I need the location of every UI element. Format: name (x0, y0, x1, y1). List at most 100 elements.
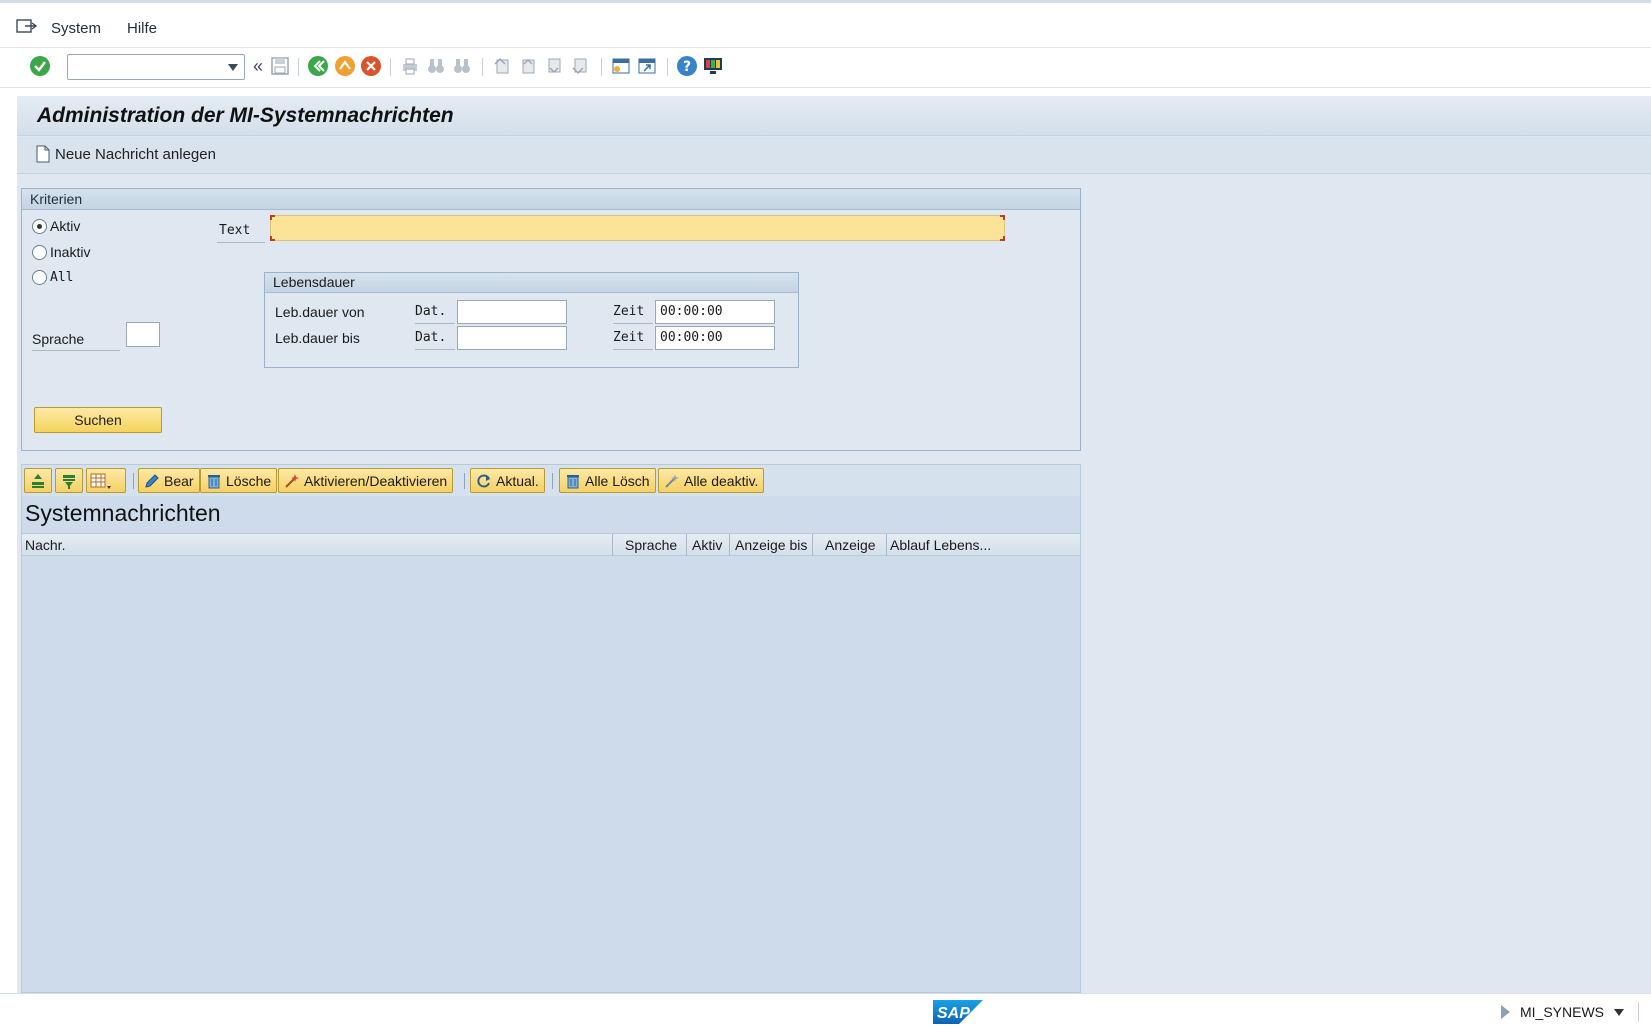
criteria-group-title: Kriterien (30, 191, 83, 207)
layout-button[interactable] (86, 468, 126, 493)
delete-button-label: Lösche (226, 472, 272, 489)
lifetime-group-header: Lebensdauer (265, 273, 798, 293)
save-icon (271, 57, 289, 75)
edit-button[interactable]: Bear (138, 468, 200, 493)
magic-wand-off-icon (665, 473, 679, 488)
alv-grid: Bear Lösche Aktivieren/Deaktivieren Aktu… (21, 464, 1081, 993)
refresh-button[interactable]: Aktual. (470, 468, 545, 493)
help-button[interactable]: ? (675, 54, 699, 78)
trash-icon (208, 474, 220, 488)
column-header-sprache[interactable]: Sprache (625, 537, 677, 553)
delete-button[interactable]: Lösche (200, 468, 278, 493)
cancel-icon (361, 56, 381, 76)
search-button[interactable]: Suchen (34, 407, 162, 433)
lifetime-to-date-input[interactable] (457, 326, 567, 350)
menu-exit-icon[interactable] (16, 18, 38, 36)
lifetime-group: Lebensdauer Leb.dauer von Dat. Zeit 00:0… (264, 272, 799, 368)
find-next-button[interactable] (450, 54, 474, 78)
lifetime-from-row: Leb.dauer von Dat. Zeit 00:00:00 (265, 300, 798, 326)
table-layout-icon (90, 473, 111, 489)
lifetime-to-label: Leb.dauer bis (275, 330, 360, 346)
time-label: Zeit (613, 302, 653, 324)
lifetime-group-title: Lebensdauer (273, 274, 355, 290)
alv-toolbar: Bear Lösche Aktivieren/Deaktivieren Aktu… (22, 465, 1080, 496)
play-icon[interactable] (1500, 1005, 1510, 1019)
pencil-icon (145, 473, 159, 488)
column-header-anzeige[interactable]: Anzeige (825, 537, 876, 553)
standard-toolbar: « ? (0, 48, 1651, 88)
first-page-button[interactable] (490, 54, 514, 78)
column-header-ablauf-lebensdauer[interactable]: Ablauf Lebens... (890, 537, 991, 553)
sprache-input[interactable] (126, 322, 160, 347)
chevron-down-icon[interactable] (1614, 1008, 1624, 1016)
status-bar: SAP MI_SYNEWS (0, 993, 1651, 1029)
enter-button[interactable] (28, 54, 52, 78)
menu-system[interactable]: System (51, 20, 101, 37)
sap-logo-text: SAP (937, 1005, 970, 1022)
activate-deactivate-button[interactable]: Aktivieren/Deaktivieren (278, 468, 454, 493)
previous-page-button[interactable] (516, 54, 540, 78)
svg-text:?: ? (683, 59, 691, 75)
time-label: Zeit (613, 328, 653, 350)
sap-logo: SAP (933, 1000, 983, 1024)
last-page-button[interactable] (568, 54, 592, 78)
radio-aktiv[interactable]: Aktiv (32, 218, 80, 234)
checkmark-icon (30, 56, 50, 76)
lifetime-to-time-input[interactable]: 00:00:00 (655, 326, 775, 350)
transaction-code: MI_SYNEWS (1519, 1004, 1604, 1020)
lifetime-from-time-input[interactable]: 00:00:00 (655, 300, 775, 324)
delete-all-label: Alle Lösch (585, 472, 650, 489)
print-icon (403, 58, 417, 75)
filter-button[interactable] (55, 468, 83, 493)
lifetime-from-date-input[interactable] (457, 300, 567, 324)
new-message-button[interactable]: Neue Nachricht anlegen (35, 145, 216, 163)
table-header: Nachr. Sprache Aktiv Anzeige bis Anzeige… (22, 533, 1080, 556)
activate-deactivate-label: Aktivieren/Deaktivieren (304, 472, 448, 489)
customize-layout-button[interactable] (701, 54, 725, 78)
refresh-icon (477, 474, 490, 487)
new-session-button[interactable] (609, 54, 633, 78)
radio-button-selected[interactable] (32, 218, 47, 234)
double-chevron-left-icon[interactable]: « (246, 54, 270, 78)
radio-aktiv-label: Aktiv (50, 218, 81, 234)
sort-ascending-button[interactable] (24, 468, 52, 493)
chevron-down-icon[interactable] (228, 64, 238, 71)
radio-button[interactable] (32, 270, 47, 285)
criteria-group: Kriterien Aktiv Inaktiv All Text Sprache… (21, 188, 1081, 451)
radio-all[interactable]: All (32, 270, 73, 285)
next-page-button[interactable] (542, 54, 566, 78)
exit-icon (335, 56, 355, 76)
column-header-nachr[interactable]: Nachr. (25, 537, 65, 553)
last-page-icon (572, 58, 587, 75)
back-button[interactable] (306, 54, 330, 78)
save-button[interactable] (268, 54, 292, 78)
find-button[interactable] (424, 54, 448, 78)
help-icon: ? (677, 56, 697, 76)
column-header-aktiv[interactable]: Aktiv (692, 537, 722, 553)
back-icon (308, 56, 328, 76)
new-document-icon (36, 145, 50, 163)
print-button[interactable] (398, 54, 422, 78)
radio-inaktiv[interactable]: Inaktiv (32, 244, 90, 260)
new-message-label: Neue Nachricht anlegen (55, 145, 216, 163)
deactivate-all-button[interactable]: Alle deaktiv. (658, 468, 765, 493)
cancel-button[interactable] (359, 54, 383, 78)
column-header-anzeige-bis[interactable]: Anzeige bis (735, 537, 807, 553)
next-page-icon (548, 58, 561, 74)
criteria-group-header: Kriterien (22, 189, 1080, 210)
date-label: Dat. (415, 328, 455, 350)
first-page-icon (494, 57, 509, 74)
delete-all-button[interactable]: Alle Lösch (559, 468, 656, 493)
refresh-button-label: Aktual. (496, 472, 539, 489)
shortcut-button[interactable] (635, 54, 659, 78)
alv-title: Systemnachrichten (25, 500, 221, 526)
radio-inaktiv-label: Inaktiv (50, 244, 91, 260)
radio-button[interactable] (32, 244, 47, 260)
text-input[interactable] (270, 215, 1005, 241)
main-area: Administration der MI-Systemnachrichten … (17, 96, 1651, 993)
filter-icon (63, 474, 75, 489)
menu-hilfe[interactable]: Hilfe (127, 20, 157, 37)
command-field[interactable] (67, 54, 245, 80)
exit-button[interactable] (333, 54, 357, 78)
title-bar: Administration der MI-Systemnachrichten (17, 96, 1651, 136)
